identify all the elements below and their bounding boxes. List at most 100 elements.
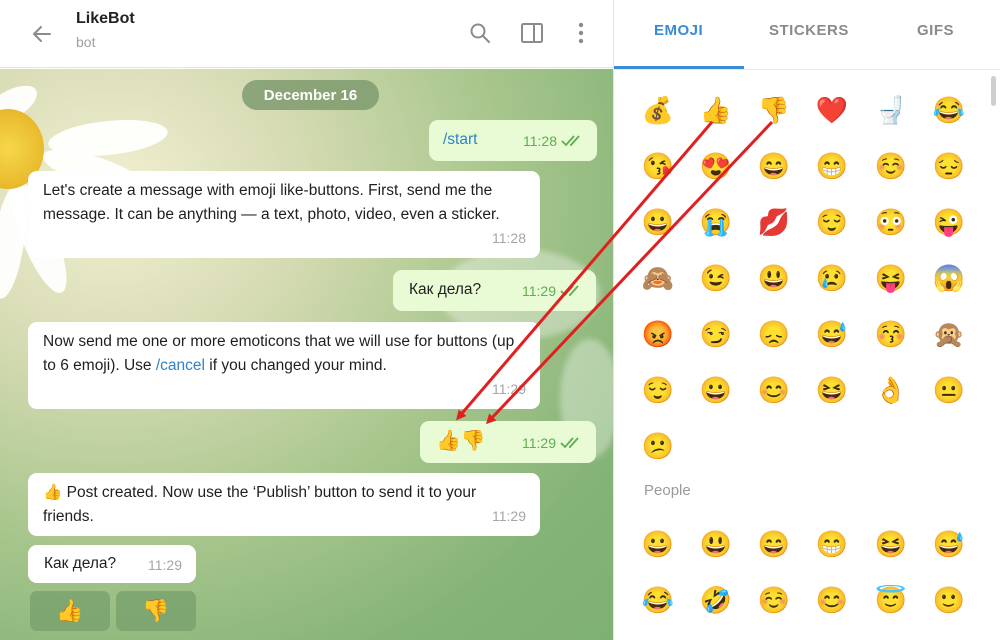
message-time: 11:29 [522, 283, 556, 299]
emoji-cell[interactable]: ☺️ [754, 580, 794, 620]
message-text: Now send me one or more emoticons that w… [28, 322, 540, 378]
incoming-message[interactable]: 👍 Post created. Now use the ‘Publish’ bu… [28, 473, 540, 536]
emoji-cell[interactable]: 💰 [638, 90, 678, 130]
emoji-cell[interactable]: 🙈 [638, 258, 678, 298]
emoji-cell[interactable]: 😏 [696, 314, 736, 354]
tab-stickers[interactable]: STICKERS [769, 22, 849, 39]
message-text-part: if you changed your mind. [204, 357, 387, 374]
emoji-cell[interactable]: 😇 [871, 580, 911, 620]
emoji-cell[interactable]: 😍 [696, 146, 736, 186]
emoji-panel: EMOJI STICKERS GIFS 💰 👍 👎 ❤️ 🚽 😂 😘 😍 😄 😁 ☺️ 😔 😀 😭 💋 😌 😳 😜… [613, 0, 1000, 640]
emoji-cell[interactable]: 😃 [754, 258, 794, 298]
emoji-cell[interactable]: 😘 [638, 146, 678, 186]
message-time: 11:29 [522, 435, 556, 451]
emoji-cell[interactable]: 😂 [638, 580, 678, 620]
emoji-cell[interactable]: 😁 [812, 146, 852, 186]
emoji-cell[interactable]: 💋 [754, 202, 794, 242]
emoji-cell[interactable]: 😄 [754, 524, 794, 564]
emoji-cell[interactable]: 😌 [638, 370, 678, 410]
emoji-cell[interactable]: 🚽 [871, 90, 911, 130]
message-meta: 11:28 [523, 129, 583, 153]
double-check-icon [560, 285, 579, 297]
emoji-cell[interactable]: 😚 [871, 314, 911, 354]
emoji-cell[interactable]: 🤣 [696, 580, 736, 620]
chat-title: LikeBot [76, 10, 135, 27]
emoji-cell[interactable]: 😱 [929, 258, 969, 298]
emoji-cell[interactable]: 😌 [812, 202, 852, 242]
message-text: Let's create a message with emoji like-b… [43, 182, 500, 223]
sidebar-toggle-icon[interactable] [517, 18, 547, 48]
more-menu-icon[interactable] [566, 18, 596, 48]
message-meta: 11:29 [492, 377, 526, 401]
emoji-cell[interactable]: 😀 [638, 524, 678, 564]
message-time: 11:28 [523, 133, 557, 149]
emoji-cell[interactable]: 😆 [871, 524, 911, 564]
incoming-message[interactable]: Let's create a message with emoji like-b… [28, 171, 540, 258]
emoji-cell[interactable]: 👌 [871, 370, 911, 410]
emoji-cell[interactable]: 😞 [754, 314, 794, 354]
double-check-icon [560, 437, 579, 449]
cancel-command-link[interactable]: /cancel [156, 357, 205, 374]
message-text: Как дела? [44, 555, 117, 572]
emoji-scrollbar[interactable] [991, 76, 996, 106]
emoji-cell[interactable]: 😆 [812, 370, 852, 410]
message-meta: 11:29 [522, 279, 582, 303]
emoji-cell[interactable]: 😄 [754, 146, 794, 186]
emoji-cell[interactable]: 😔 [929, 146, 969, 186]
outgoing-message[interactable]: Как дела? 11:29 [393, 270, 596, 311]
emoji-cell[interactable]: 😡 [638, 314, 678, 354]
emoji-cell[interactable]: 👎 [754, 90, 794, 130]
app-window: LikeBot bot December 16 /start 11:28 Let… [0, 0, 1000, 640]
emoji-cell[interactable]: 😢 [812, 258, 852, 298]
emoji-cell[interactable]: ☺️ [871, 146, 911, 186]
tabs-divider [614, 69, 1000, 70]
message-time: 11:29 [492, 508, 526, 524]
tab-gifs[interactable]: GIFS [917, 22, 954, 39]
emoji-cell[interactable]: 👍 [696, 90, 736, 130]
chat-title-block[interactable]: LikeBot bot [76, 10, 135, 50]
emoji-cell[interactable]: 😁 [812, 524, 852, 564]
emoji-cell[interactable]: 😊 [754, 370, 794, 410]
message-time: 11:28 [492, 230, 526, 246]
emoji-cell[interactable]: 😀 [696, 370, 736, 410]
message-text[interactable]: /start [443, 128, 477, 152]
message-text: Как дела? [409, 281, 482, 298]
emoji-cell[interactable]: 😂 [929, 90, 969, 130]
emoji-cell[interactable]: 😉 [696, 258, 736, 298]
search-icon[interactable] [465, 18, 495, 48]
emoji-cell[interactable]: 😊 [812, 580, 852, 620]
message-meta: 11:29 [522, 431, 582, 455]
section-label-people: People [644, 482, 691, 499]
emoji-cell[interactable]: ❤️ [812, 90, 852, 130]
dislike-button[interactable]: 👎 [116, 591, 196, 631]
outgoing-message[interactable]: /start 11:28 [429, 120, 597, 161]
message-emoji-text: 👍👎 [436, 430, 486, 452]
double-check-icon [561, 135, 580, 147]
incoming-message[interactable]: Как дела? 11:29 [28, 545, 196, 583]
incoming-message[interactable]: Now send me one or more emoticons that w… [28, 322, 540, 409]
chat-pane: LikeBot bot December 16 /start 11:28 Let… [0, 0, 613, 640]
emoji-cell[interactable]: 😐 [929, 370, 969, 410]
chat-header: LikeBot bot [0, 0, 613, 68]
emoji-cell[interactable]: 😀 [638, 202, 678, 242]
emoji-cell[interactable]: 🙂 [929, 580, 969, 620]
emoji-cell[interactable]: 😳 [871, 202, 911, 242]
date-separator: December 16 [242, 80, 379, 110]
message-time: 11:29 [148, 557, 182, 573]
message-meta: 11:29 [148, 553, 182, 577]
emoji-cell[interactable]: 😭 [696, 202, 736, 242]
emoji-cell[interactable]: 😅 [929, 524, 969, 564]
emoji-cell[interactable]: 😕 [638, 426, 678, 466]
back-arrow-icon[interactable] [26, 18, 58, 50]
outgoing-message[interactable]: 👍👎 11:29 [420, 421, 596, 463]
emoji-cell[interactable]: 🙊 [929, 314, 969, 354]
chat-subtitle: bot [76, 34, 96, 50]
tab-emoji[interactable]: EMOJI [654, 22, 703, 39]
emoji-cell[interactable]: 😜 [929, 202, 969, 242]
emoji-cell[interactable]: 😃 [696, 524, 736, 564]
emoji-cell[interactable]: 😅 [812, 314, 852, 354]
message-meta: 11:29 [492, 504, 526, 528]
message-text: 👍 Post created. Now use the ‘Publish’ bu… [43, 484, 477, 525]
like-button[interactable]: 👍 [30, 591, 110, 631]
emoji-cell[interactable]: 😝 [871, 258, 911, 298]
